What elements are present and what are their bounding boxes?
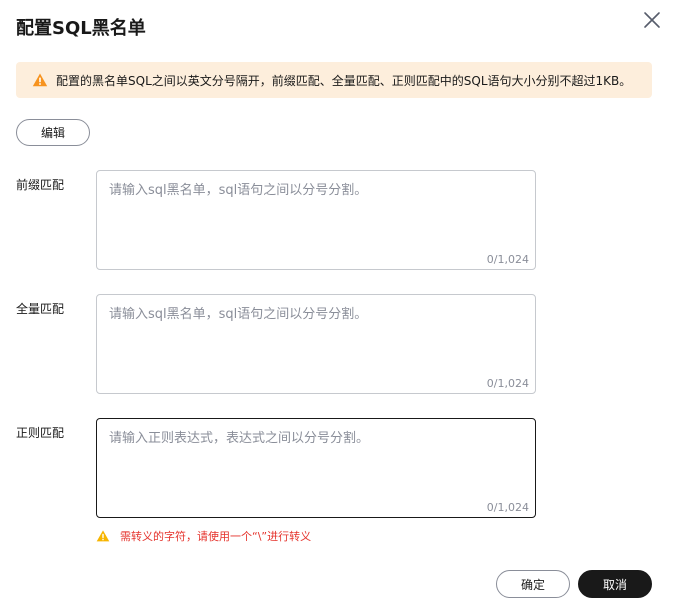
prefix-match-counter: 0/1,024 — [486, 253, 529, 266]
full-match-input[interactable] — [97, 295, 535, 393]
full-match-label: 全量匹配 — [16, 302, 65, 316]
edit-button[interactable]: 编辑 — [16, 119, 90, 146]
warning-icon — [96, 529, 110, 543]
dialog-title: 配置SQL黑名单 — [16, 18, 146, 39]
prefix-match-field: 0/1,024 — [96, 170, 536, 270]
regex-match-field: 0/1,024 — [96, 418, 536, 518]
alert-text: 配置的黑名单SQL之间以英文分号隔开，前缀匹配、全量匹配、正则匹配中的SQL语句… — [56, 73, 632, 88]
warning-icon — [32, 72, 48, 88]
prefix-match-label: 前缀匹配 — [16, 178, 65, 192]
info-alert: 配置的黑名单SQL之间以英文分号隔开，前缀匹配、全量匹配、正则匹配中的SQL语句… — [16, 62, 652, 98]
confirm-button[interactable]: 确定 — [496, 570, 570, 598]
regex-escape-hint: 需转义的字符，请使用一个“\”进行转义 — [96, 528, 311, 544]
full-match-field: 0/1,024 — [96, 294, 536, 394]
close-button[interactable] — [640, 8, 664, 32]
full-match-counter: 0/1,024 — [486, 377, 529, 390]
close-icon — [644, 12, 660, 28]
sql-blacklist-dialog: 配置SQL黑名单 配置的黑名单SQL之间以英文分号隔开，前缀匹配、全量匹配、正则… — [0, 0, 676, 616]
regex-escape-hint-text: 需转义的字符，请使用一个“\”进行转义 — [120, 530, 312, 543]
regex-match-input[interactable] — [97, 419, 535, 517]
regex-match-label: 正则匹配 — [16, 426, 65, 440]
prefix-match-input[interactable] — [97, 171, 535, 269]
regex-match-counter: 0/1,024 — [486, 501, 529, 514]
cancel-button[interactable]: 取消 — [578, 570, 652, 598]
